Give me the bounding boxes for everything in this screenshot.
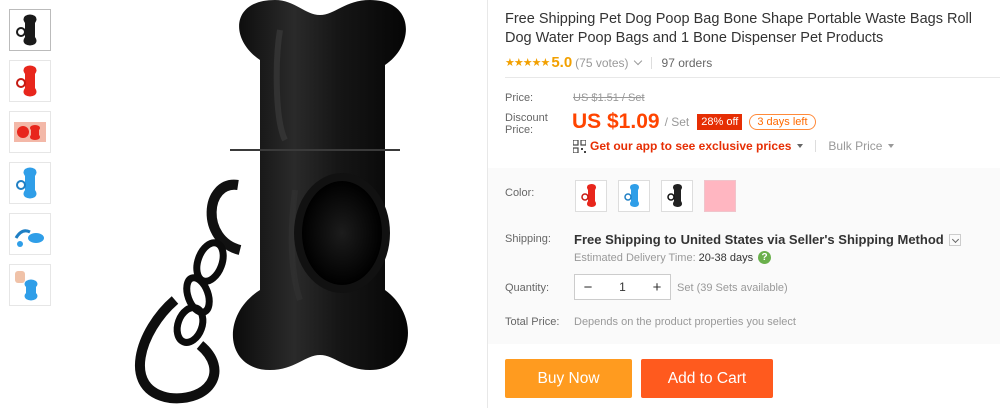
rating-score: 5.0 [551,54,573,71]
bulk-price-link[interactable]: Bulk Price [828,139,882,153]
chevron-down-icon[interactable] [633,56,642,66]
thumbnail-black-dispenser[interactable] [9,9,51,51]
chevron-down-icon[interactable] [888,144,895,148]
blue-bone-dispenser-icon [16,167,37,199]
price-unit: / Set [664,115,690,129]
add-to-cart-button[interactable]: Add to Cart [641,359,773,398]
quantity-stepper: − 1 + [574,274,671,300]
buy-now-button[interactable]: Buy Now [505,359,632,398]
thumbnail-blue-dispenser[interactable] [9,162,51,204]
blue-dispenser-leash-icon [14,229,44,247]
rating-stars-icon: ★★★★★ [505,57,550,69]
divider-line [505,77,1000,78]
shipping-label: Shipping: [505,233,551,245]
estimated-delivery: Estimated Delivery Time: 20-38 days ? [574,251,772,264]
total-price-label: Total Price: [505,316,560,328]
quantity-decrease-button[interactable]: − [575,279,601,296]
quantity-label: Quantity: [505,282,550,294]
thumbnail-red-dispenser[interactable] [9,60,51,102]
eta-label: Estimated Delivery Time: [574,251,696,264]
red-bone-dispenser-icon [581,184,596,207]
thumbnail-blue-dispenser-hand[interactable] [9,264,51,306]
product-title: Free Shipping Pet Dog Poop Bag Bone Shap… [505,11,972,46]
qr-code-icon [573,139,586,153]
original-price: US $1.51 / Set [573,92,645,104]
shipping-destination: United States via Seller's Shipping Meth… [680,232,944,247]
chevron-down-icon[interactable] [948,233,961,246]
quantity-input[interactable]: 1 [601,280,644,294]
orders-count: 97 orders [661,55,713,70]
app-promo-row: Get our app to see exclusive prices Bulk… [573,139,895,153]
thumbnail-list [9,9,53,315]
thumbnail-blue-dispenser-leash[interactable] [9,213,51,255]
color-swatch-pink[interactable] [704,180,736,212]
color-label: Color: [505,187,535,199]
quantity-increase-button[interactable]: + [644,279,670,296]
discount-price: US $1.09 [572,110,660,133]
discount-price-row: US $1.09 / Set 28% off 3 days left [572,110,816,134]
discount-price-label: Discount Price: [505,112,548,136]
black-bone-dispenser-icon [16,14,37,46]
price-label: Price: [505,92,534,104]
shipping-method: Free Shipping to [574,232,677,247]
app-promo-link[interactable]: Get our app to see exclusive prices [590,139,791,153]
black-bone-dispenser-icon [667,184,682,207]
blue-dispenser-hand-icon [15,271,38,301]
blue-bone-dispenser-icon [624,184,639,207]
main-product-image [80,0,480,408]
total-price-note: Depends on the product properties you se… [574,316,796,328]
quantity-availability: Set (39 Sets available) [677,282,788,294]
eta-value: 20-38 days [698,251,754,264]
red-dispenser-bags-icon [14,122,46,142]
days-left-badge: 3 days left [749,114,816,130]
separator [650,56,652,69]
separator [815,140,817,152]
color-swatch-blue[interactable] [618,180,650,212]
chevron-down-icon[interactable] [797,144,804,148]
shipping-method-row[interactable]: Free Shipping to United States via Selle… [574,232,961,247]
rating-votes-link[interactable]: (75 votes) [575,56,628,70]
color-swatches [575,180,747,212]
red-bone-dispenser-icon [16,65,37,97]
color-swatch-red[interactable] [575,180,607,212]
discount-badge: 28% off [697,114,743,130]
thumbnail-red-dispenser-bags[interactable] [9,111,51,153]
rating-row: ★★★★★ 5.0 (75 votes) 97 orders [505,54,712,71]
help-icon[interactable]: ? [758,251,772,264]
color-swatch-black[interactable] [661,180,693,212]
bone-dispenser-illustration [135,0,408,404]
